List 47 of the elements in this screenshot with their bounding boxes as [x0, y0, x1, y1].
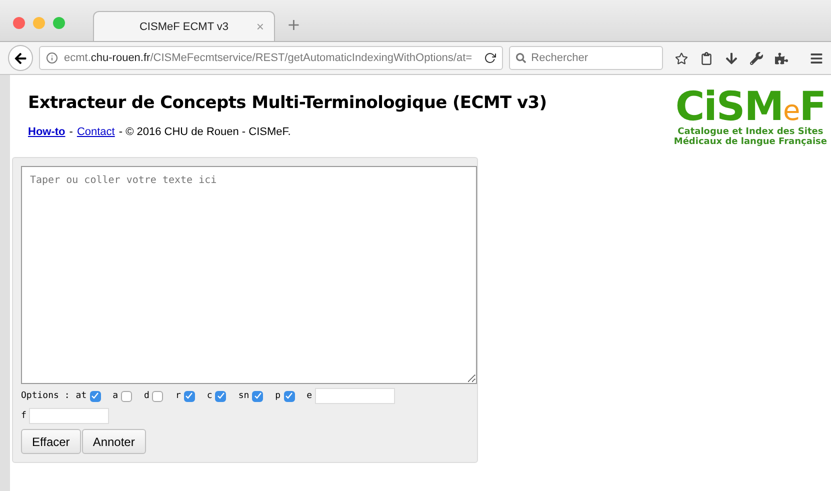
option-input-field[interactable] [315, 388, 395, 404]
option-label: d [144, 391, 150, 401]
option-label: at [76, 391, 87, 401]
nav-link[interactable]: Contact [76, 126, 115, 138]
option-checkbox[interactable] [284, 390, 295, 402]
separator-text: - [69, 126, 73, 138]
option-checkbox[interactable] [215, 390, 226, 402]
option-label: c [206, 391, 212, 401]
reload-icon[interactable] [484, 52, 496, 64]
back-button[interactable] [8, 45, 33, 71]
options-label: Options : [21, 391, 70, 401]
logo-tagline: Catalogue et Index des Sites [678, 127, 824, 137]
option-checkbox[interactable] [90, 390, 101, 402]
page-title: Extracteur de Concepts Multi-Terminologique (ECMT v3) [28, 93, 547, 113]
option-checkbox[interactable] [121, 390, 132, 402]
option-label: sn [238, 391, 250, 401]
browser-tab[interactable]: CISMeF ECMT v3 × [93, 11, 275, 41]
search-field[interactable]: Rechercher [509, 46, 663, 70]
logo-tagline: Médicaux de langue Française [674, 137, 827, 147]
option-label: a [112, 391, 118, 401]
text-input-area[interactable]: Taper ou coller votre texte ici [21, 166, 477, 384]
address-bar[interactable]: ecmt.chu-rouen.fr/CISMeFecmtservice/REST/getAutomaticIndexingWithOptions/at= [38, 46, 504, 70]
nav-link[interactable]: How-to [28, 126, 66, 138]
window-control-dot[interactable] [53, 17, 65, 29]
option-label: f [21, 411, 26, 421]
back-arrow-icon [14, 52, 27, 64]
option-label: r [175, 391, 181, 401]
option-input-field[interactable] [29, 408, 110, 424]
puzzle-icon[interactable] [775, 52, 788, 64]
option-label: e [306, 391, 312, 401]
menu-icon[interactable] [810, 52, 823, 64]
clipboard-icon[interactable] [700, 52, 713, 64]
option-label: p [275, 391, 281, 401]
wrench-icon[interactable] [750, 52, 763, 64]
form-button[interactable]: Effacer [21, 429, 81, 454]
info-icon[interactable] [46, 52, 58, 64]
logo-wordmark: CiSMeF [675, 87, 826, 127]
window-control-dot[interactable] [13, 17, 25, 29]
window-control-dot[interactable] [33, 17, 45, 29]
form-button[interactable]: Annoter [82, 429, 146, 454]
option-checkbox[interactable] [252, 390, 264, 402]
bookmark-star-icon[interactable] [675, 52, 688, 64]
option-checkbox[interactable] [152, 390, 164, 402]
copyright-text: - © 2016 CHU de Rouen - CISMeF. [118, 126, 291, 138]
download-icon[interactable] [725, 52, 738, 64]
option-checkbox[interactable] [184, 390, 195, 402]
search-icon [516, 53, 526, 63]
